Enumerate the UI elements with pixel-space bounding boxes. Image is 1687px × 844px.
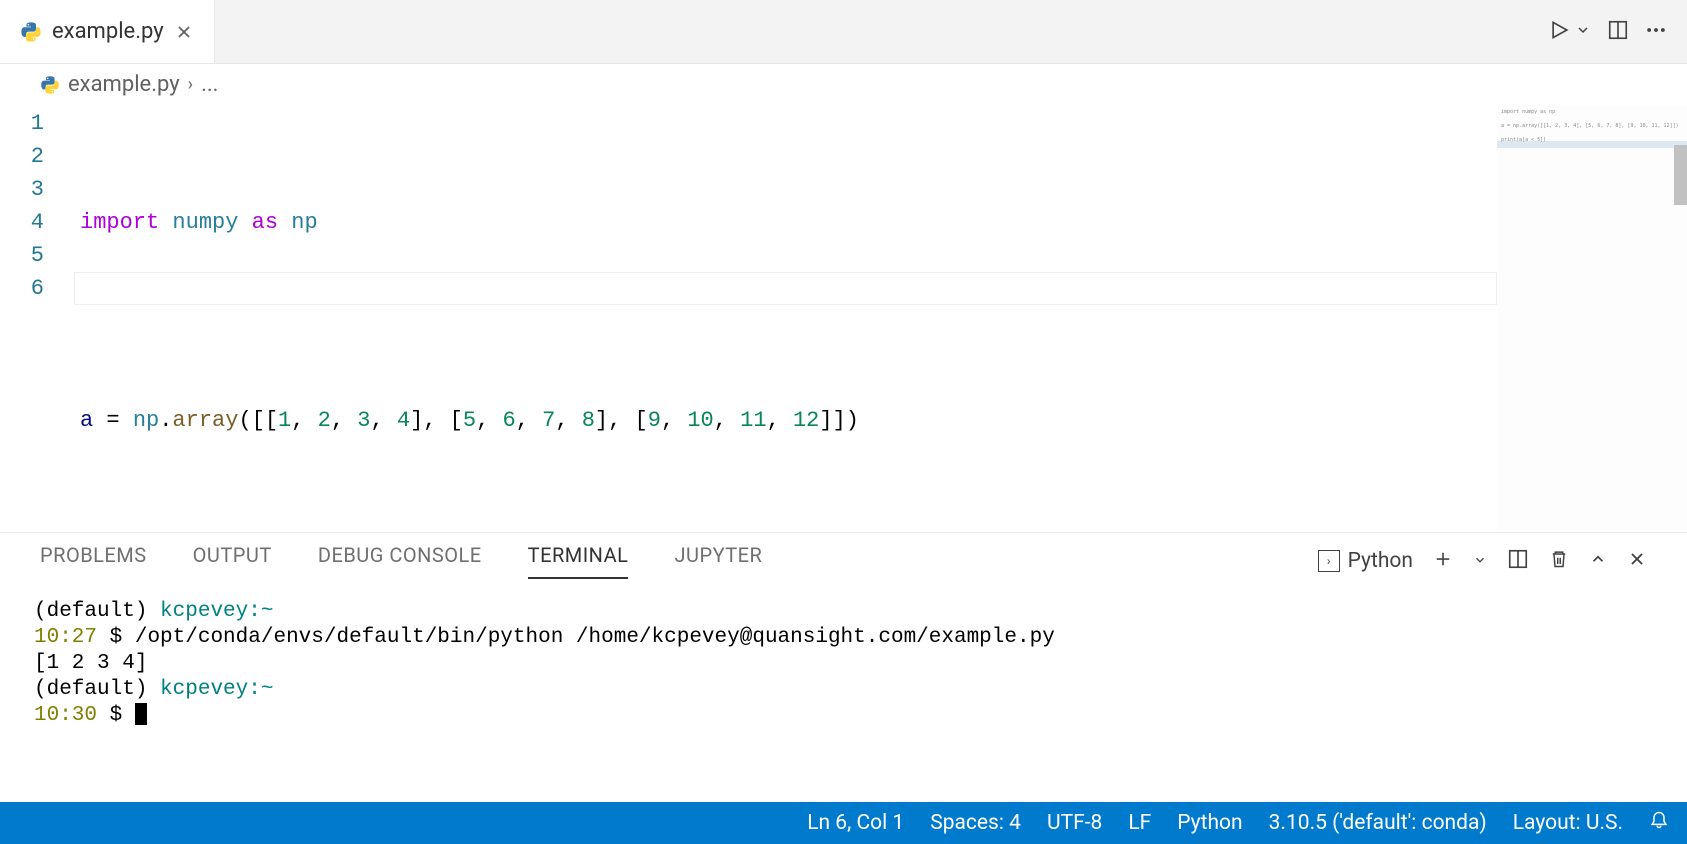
line-numbers: 1 2 3 4 5 6 [0, 105, 80, 532]
line-number[interactable]: 5 [0, 239, 44, 272]
close-panel-icon[interactable] [1627, 549, 1647, 573]
status-layout[interactable]: Layout: U.S. [1513, 811, 1623, 835]
terminal-cursor [135, 703, 147, 725]
status-eol[interactable]: LF [1128, 811, 1151, 835]
tab-output[interactable]: OUTPUT [193, 543, 272, 579]
terminal-body[interactable]: (default) kcpevey:~ 10:27 $ /opt/conda/e… [0, 579, 1687, 802]
chevron-up-icon[interactable] [1589, 550, 1607, 572]
status-language[interactable]: Python [1177, 811, 1242, 835]
panel: PROBLEMS OUTPUT DEBUG CONSOLE TERMINAL J… [0, 532, 1687, 802]
tab-problems[interactable]: PROBLEMS [40, 543, 147, 579]
breadcrumb-filename: example.py [68, 72, 180, 97]
trash-icon[interactable] [1549, 549, 1569, 573]
line-number[interactable]: 6 [0, 272, 44, 305]
status-encoding[interactable]: UTF-8 [1047, 811, 1102, 835]
status-spaces[interactable]: Spaces: 4 [930, 811, 1021, 835]
panel-tabs-left: PROBLEMS OUTPUT DEBUG CONSOLE TERMINAL J… [40, 543, 762, 579]
new-terminal-icon[interactable] [1433, 549, 1453, 573]
tab-debug-console[interactable]: DEBUG CONSOLE [318, 543, 482, 579]
breadcrumb[interactable]: example.py › ... [0, 64, 1687, 105]
run-icon[interactable] [1549, 19, 1571, 45]
breadcrumb-extra: ... [201, 72, 218, 97]
status-bar: Ln 6, Col 1 Spaces: 4 UTF-8 LF Python 3.… [0, 802, 1687, 844]
run-group [1549, 19, 1591, 45]
minimap-line: a = np.array([[1, 2, 3, 4], [5, 6, 7, 8]… [1501, 123, 1683, 130]
minimap[interactable]: import numpy as np a = np.array([[1, 2, … [1497, 105, 1687, 532]
line-number[interactable]: 3 [0, 173, 44, 206]
tab-bar: example.py [0, 0, 1687, 64]
code-line[interactable]: a = np.array([[1, 2, 3, 4], [5, 6, 7, 8]… [80, 404, 1497, 437]
line-number[interactable]: 2 [0, 140, 44, 173]
tab-terminal[interactable]: TERMINAL [528, 543, 629, 579]
tab-bar-left: example.py [0, 0, 215, 63]
editor-container: 1 2 3 4 5 6 import numpy as np a = np.ar… [0, 105, 1687, 532]
status-position[interactable]: Ln 6, Col 1 [807, 811, 904, 835]
code-line[interactable] [80, 503, 1497, 532]
code-area[interactable]: import numpy as np a = np.array([[1, 2, … [80, 105, 1497, 532]
close-icon[interactable] [174, 22, 194, 42]
python-icon [20, 21, 42, 43]
minimap-line [1501, 116, 1683, 123]
minimap-scrollbar[interactable] [1674, 145, 1687, 205]
more-icon[interactable] [1645, 19, 1667, 45]
chevron-down-icon[interactable] [1575, 22, 1591, 42]
bell-icon[interactable] [1649, 810, 1669, 836]
python-icon [40, 75, 60, 95]
tab-label: example.py [52, 19, 164, 44]
split-terminal-icon[interactable] [1507, 548, 1529, 574]
code-line[interactable] [80, 305, 1497, 338]
tab-bar-right [1549, 19, 1687, 45]
minimap-highlight [1497, 141, 1687, 148]
code-line[interactable]: import numpy as np [80, 206, 1497, 239]
minimap-line [1501, 130, 1683, 137]
terminal-type-label: Python [1348, 549, 1413, 573]
panel-tabs: PROBLEMS OUTPUT DEBUG CONSOLE TERMINAL J… [0, 533, 1687, 579]
status-interpreter[interactable]: 3.10.5 ('default': conda) [1269, 811, 1487, 835]
current-line-highlight [74, 272, 1497, 305]
chevron-down-icon[interactable] [1473, 552, 1487, 571]
line-number[interactable]: 4 [0, 206, 44, 239]
chevron-right-icon: › [188, 74, 193, 95]
terminal-shell-icon: › [1318, 550, 1340, 572]
panel-tabs-right: › Python [1318, 548, 1647, 574]
line-number[interactable]: 1 [0, 107, 44, 140]
tab-jupyter[interactable]: JUPYTER [674, 543, 762, 579]
minimap-line: import numpy as np [1501, 109, 1683, 116]
terminal-type-selector[interactable]: › Python [1318, 549, 1413, 573]
editor-tab[interactable]: example.py [0, 0, 215, 63]
editor-main: 1 2 3 4 5 6 import numpy as np a = np.ar… [0, 105, 1497, 532]
split-editor-icon[interactable] [1607, 19, 1629, 45]
